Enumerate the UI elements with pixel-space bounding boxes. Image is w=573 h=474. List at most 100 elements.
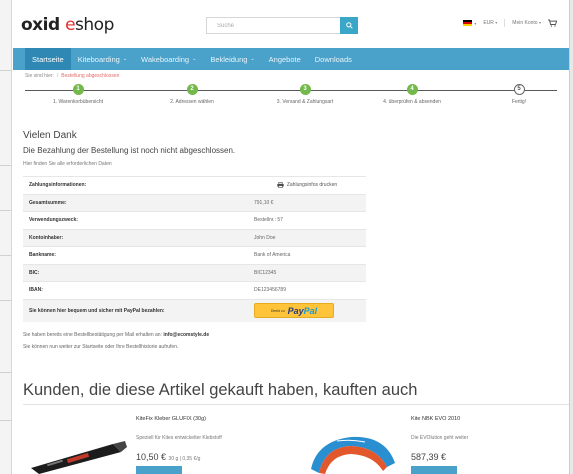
scrollbar[interactable] [569, 0, 573, 474]
language-selector[interactable]: ▾ [463, 20, 476, 26]
step-shipping-payment[interactable]: 3 3. Versand & Zahlungsart [265, 84, 345, 105]
mail-address: info@ecomstyle.de [163, 332, 210, 338]
to-cart-button[interactable] [136, 466, 182, 474]
cart-button[interactable] [548, 19, 557, 27]
page: oxid eshop ▾ EUR ▾ Mein Konto ▾ Startsei… [13, 0, 569, 474]
kite-image [311, 436, 395, 474]
table-row: Verwendungszweck: Bestellnr.: 57 [23, 211, 366, 229]
left-rail [0, 0, 12, 474]
search-icon [345, 22, 353, 29]
checkout-steps: 1 1. Warenkorbübersicht 2 2. Adressen wä… [25, 84, 557, 108]
product-name[interactable]: Kite NBK EVO 2010 [411, 416, 468, 422]
step-review[interactable]: 4 4. überprüfen & absenden [372, 84, 452, 105]
table-row: IBAN: DE123456789 [23, 281, 366, 299]
chevron-down-icon: ⌄ [250, 56, 255, 62]
nav-item-startseite[interactable]: Startseite [25, 48, 71, 70]
chevron-down-icon: ▾ [495, 20, 498, 25]
logo-e: e [65, 15, 76, 35]
step-finished: 5 Fertig! [479, 84, 559, 105]
account-label: Mein Konto [512, 20, 538, 26]
print-payment-link[interactable]: Zahlungsinfos drucken [254, 182, 360, 188]
rail-divider [0, 210, 11, 211]
breadcrumb-prefix: Sie sind hier: [25, 73, 54, 79]
de-flag-icon [463, 20, 473, 26]
table-row: Kontoinhaber: John Doe [23, 228, 366, 247]
step-cart[interactable]: 1 1. Warenkorbübersicht [38, 84, 118, 105]
product-card-nbk-evo[interactable]: Kite NBK EVO 2010 Die EVOlution geht wei… [411, 416, 468, 474]
step-number: 2 [186, 84, 198, 95]
nav-label: Bekleidung [210, 54, 248, 64]
step-label: 3. Versand & Zahlungsart [276, 99, 334, 105]
paypal-button[interactable]: Direkt zu PayPal [254, 303, 334, 319]
chevron-down-icon: ▾ [538, 20, 541, 25]
account-menu[interactable]: Mein Konto ▾ [512, 20, 541, 26]
search-button[interactable] [340, 17, 358, 34]
step-number: 3 [299, 84, 311, 95]
paypal-logo: PayPal [288, 306, 318, 316]
payment-hint: Hier finden Sie alle erforderlichen Date… [23, 161, 112, 167]
step-label: 1. Warenkorbübersicht [52, 99, 104, 105]
row-key: Verwendungszweck: [23, 211, 248, 229]
row-value: DE123456789 [248, 281, 366, 299]
price-value: 587,39 € [411, 452, 447, 462]
to-cart-button[interactable] [411, 466, 457, 474]
row-key: BIC: [23, 263, 248, 282]
cart-icon [548, 19, 557, 27]
nav-item-bekleidung[interactable]: Bekleidung ⌄ [203, 48, 261, 70]
rail-divider [0, 420, 11, 421]
paypal-prefix: Direkt zu [270, 308, 285, 313]
row-key: Bankname: [23, 246, 248, 264]
step-number: 5 [513, 84, 525, 95]
row-value: Bestellnr.: 57 [248, 211, 366, 229]
print-label: Zahlungsinfos drucken [286, 182, 338, 189]
step-addresses[interactable]: 2 2. Adressen wählen [152, 84, 232, 105]
print-cell: Zahlungsinfos drucken [248, 176, 366, 194]
paypal-cell: Direkt zu PayPal [248, 298, 366, 322]
mail-confirmation-note: Sie haben bereits eine Bestellbestätigun… [23, 332, 209, 338]
product-price: 587,39 € [411, 452, 468, 462]
product-card-glufix[interactable]: KiteFix Kleber GLUFIX (30g) Speziell für… [136, 416, 222, 474]
row-key: IBAN: [23, 281, 248, 299]
table-row: Bankname: Bank of America [23, 246, 366, 264]
nav-item-kiteboarding[interactable]: Kiteboarding ⌄ [71, 48, 134, 70]
search-input[interactable] [206, 17, 340, 34]
chevron-down-icon: ⌄ [122, 56, 128, 62]
product-name[interactable]: KiteFix Kleber GLUFIX (30g) [136, 416, 222, 422]
table-header-row: Zahlungsinformationen: Zahlungsinfos dru… [23, 176, 366, 194]
nav-item-angebote[interactable]: Angebote [262, 48, 308, 70]
row-value: 791,10 € [248, 193, 366, 212]
table-row: BIC: BIC12345 [23, 263, 366, 282]
rail-divider [0, 165, 11, 166]
product-image-kite[interactable] [307, 433, 397, 474]
step-number: 4 [406, 84, 418, 95]
mail-note-text: Sie haben bereits eine Bestellbestätigun… [23, 332, 162, 338]
step-label: 2. Adressen wählen [170, 99, 214, 105]
row-value: John Doe [248, 228, 366, 247]
step-label: Fertig! [511, 99, 527, 105]
table-row: Gesamtsumme: 791,10 € [23, 193, 366, 212]
chevron-down-icon: ⌄ [192, 56, 197, 62]
currency-label: EUR [483, 20, 494, 26]
rail-divider [0, 70, 11, 71]
row-key: Gesamtsumme: [23, 193, 248, 212]
step-number: 1 [72, 84, 84, 95]
unit-price: 30 g | 0,35 €/g [168, 456, 201, 462]
nav-label: Kiteboarding [77, 54, 120, 64]
product-price: 10,50 € 30 g | 0,35 €/g [136, 452, 222, 462]
nav-item-wakeboarding[interactable]: Wakeboarding ⌄ [134, 48, 203, 70]
product-description: Speziell für Kites entwickelter Klebstof… [136, 435, 222, 441]
paypal-row: Sie können hier bequem und sicher mit Pa… [23, 298, 366, 322]
currency-selector[interactable]: EUR ▾ [483, 20, 497, 26]
chevron-down-icon: ▾ [474, 20, 477, 26]
product-image-glufix[interactable] [27, 438, 127, 474]
product-description: Die EVOlution geht weiter [411, 435, 469, 441]
rail-divider [0, 372, 11, 373]
shop-logo[interactable]: oxid eshop [21, 15, 114, 35]
nav-item-downloads[interactable]: Downloads [308, 48, 359, 70]
price-value: 10,50 € [136, 452, 167, 462]
rail-divider [0, 300, 11, 301]
paypal-brand-pay: Pay [287, 305, 304, 316]
search-bar [206, 17, 358, 34]
breadcrumb-current[interactable]: Bestellung abgeschlossen [61, 73, 119, 79]
rail-divider [0, 255, 11, 256]
